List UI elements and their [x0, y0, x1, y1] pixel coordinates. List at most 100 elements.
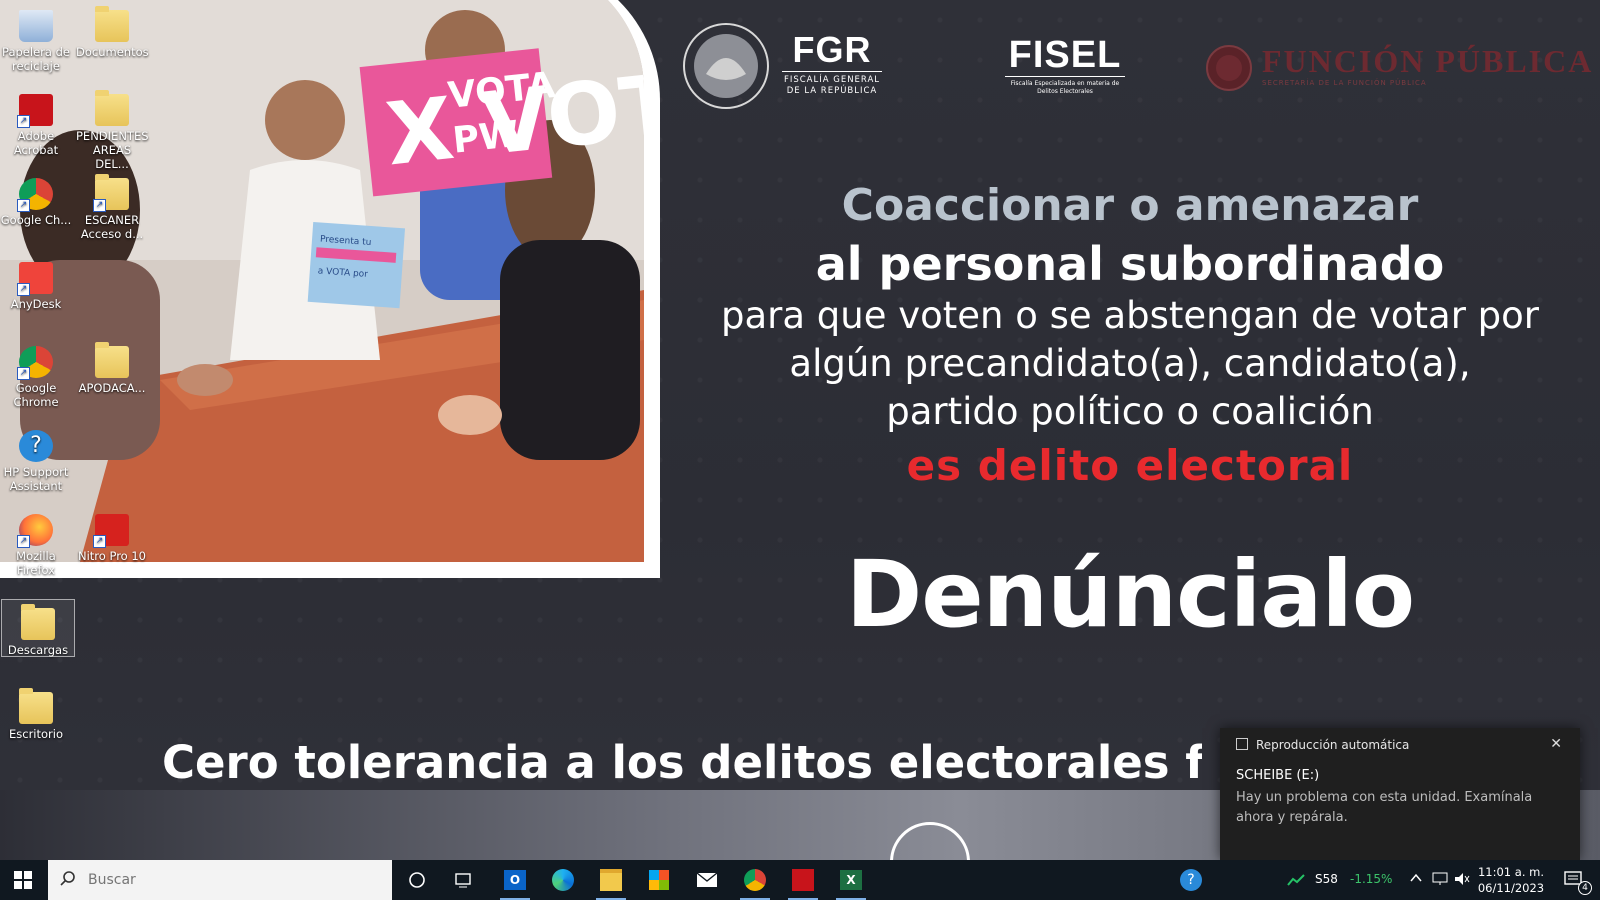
funcion-publica-logo: FUNCIÓN PÚBLICA SECRETARÍA DE LA FUNCIÓN… — [1262, 44, 1593, 88]
folder-icon — [19, 688, 53, 724]
mail-icon — [696, 872, 718, 887]
fisel-logo-text: FISEL — [1008, 34, 1122, 76]
search-icon — [60, 870, 76, 890]
taskbar-edge[interactable] — [540, 860, 586, 900]
stock-change: -1.15% — [1350, 872, 1393, 886]
fgr-logo: FGR FISCALÍA GENERAL DE LA REPÚBLICA — [782, 32, 882, 97]
cortana-button[interactable] — [394, 860, 440, 900]
autoplay-notification[interactable]: Reproducción automática ✕ SCHEIBE (E:) H… — [1220, 728, 1580, 860]
file-explorer-icon — [600, 869, 622, 891]
campaign-cero-tolerancia: Cero tolerancia a los delitos electorale… — [162, 736, 1202, 789]
taskbar-chrome[interactable] — [732, 860, 778, 900]
taskbar-clock[interactable]: 11:01 a. m. 06/11/2023 — [1476, 864, 1546, 896]
search-input[interactable] — [86, 871, 370, 889]
edge-icon — [552, 869, 574, 891]
desktop-icon-hp-support[interactable]: ? HP Support Assistant — [0, 430, 72, 493]
notification-message: Hay un problema con esta unidad. Examína… — [1236, 790, 1533, 825]
folder-icon — [21, 604, 55, 640]
desktop-wallpaper: X VOTA VOTA PW Presenta tu a VOTA por FG… — [0, 0, 1600, 860]
desktop-icon-label: PENDIENTES AREAS DEL... — [76, 129, 149, 171]
hp-support-icon: ? — [19, 430, 53, 462]
taskbar-acrobat[interactable] — [780, 860, 826, 900]
desktop-icon-label: AnyDesk — [10, 297, 62, 311]
campaign-headline-1: Coaccionar o amenazar — [841, 180, 1419, 231]
folder-icon — [95, 6, 129, 42]
desktop-icon-anydesk[interactable]: ↗ AnyDesk — [0, 262, 72, 311]
notification-header-text: Reproducción automática — [1256, 738, 1410, 752]
nitro-icon: ↗ — [93, 514, 129, 548]
fgr-logo-subtitle: FISCALÍA GENERAL DE LA REPÚBLICA — [782, 71, 882, 97]
desktop-icon-nitro[interactable]: ↗ Nitro Pro 10 — [76, 514, 148, 563]
desktop-icon-label: Descargas — [7, 643, 69, 657]
campaign-photo: X VOTA VOTA PW Presenta tu a VOTA por — [0, 0, 644, 562]
desktop-icon-label: ESCANER Acceso d... — [80, 213, 144, 241]
fisel-logo: FISEL Fiscalía Especializada en materia … — [1005, 36, 1125, 96]
desktop-icon-label: APODACA... — [78, 381, 146, 395]
task-view-icon — [455, 873, 471, 888]
autoplay-icon — [1236, 738, 1248, 750]
clock-time: 11:01 a. m. — [1477, 865, 1544, 879]
notification-header: Reproducción automática — [1236, 738, 1409, 752]
outlook-icon: O — [504, 870, 526, 890]
desktop-icon-google-chrome-2[interactable]: ↗ Google Chrome — [0, 346, 72, 409]
desktop-icon-label: HP Support Assistant — [3, 465, 69, 493]
windows-icon — [14, 871, 32, 889]
store-icon — [649, 870, 669, 890]
desktop-icon-google-chrome-1[interactable]: ↗ Google Ch... — [0, 178, 72, 227]
funcion-publica-subtitle: SECRETARÍA DE LA FUNCIÓN PÚBLICA — [1262, 79, 1427, 87]
taskbar-search-box[interactable] — [48, 860, 392, 900]
taskbar-file-explorer[interactable] — [588, 860, 634, 900]
desktop-icon-recycle-bin[interactable]: Papelera de reciclaje — [0, 10, 72, 73]
action-center-button[interactable]: 4 — [1550, 860, 1598, 900]
desktop-icon-label: Documentos — [76, 45, 149, 59]
desktop-icon-pendientes[interactable]: PENDIENTES AREAS DEL... — [76, 90, 149, 171]
campaign-body: para que voten o se abstengan de votar p… — [705, 292, 1555, 436]
network-button[interactable] — [1432, 872, 1448, 889]
desktop-icon-escaner[interactable]: ↗ ESCANER Acceso d... — [76, 174, 148, 241]
stock-chart-icon — [1287, 874, 1305, 886]
campaign-body-line-1: para que voten o se abstengan de votar p… — [720, 294, 1540, 337]
desktop-icon-firefox[interactable]: ↗ Mozilla Firefox — [0, 514, 72, 577]
stock-name: S58 — [1315, 872, 1338, 886]
desktop-icon-descargas[interactable]: Descargas — [1, 599, 75, 657]
desktop-icon-label: Nitro Pro 10 — [77, 549, 146, 563]
folder-icon: ↗ — [93, 174, 129, 212]
notification-title: SCHEIBE (E:) — [1236, 768, 1320, 783]
desktop-icon-apodaca[interactable]: APODACA... — [76, 342, 148, 395]
desktop-icon-label: Papelera de reciclaje — [2, 45, 70, 73]
acrobat-icon: ↗ — [17, 94, 53, 128]
desktop-icon-label: Escritorio — [8, 727, 63, 741]
taskbar-outlook[interactable]: O — [492, 860, 538, 900]
desktop-icon-documentos[interactable]: Documentos — [76, 6, 149, 59]
taskbar-mail[interactable] — [684, 860, 730, 900]
taskbar-excel[interactable]: X — [828, 860, 874, 900]
close-icon[interactable]: ✕ — [1550, 736, 1562, 752]
show-hidden-icons-chevron[interactable] — [1410, 872, 1422, 886]
excel-icon: X — [840, 870, 862, 890]
folder-icon — [95, 90, 129, 126]
chrome-icon — [744, 869, 766, 891]
campaign-body-line-2: algún precandidato(a), candidato(a), — [789, 342, 1471, 385]
cortana-icon — [409, 872, 425, 888]
mexico-seal-icon — [683, 23, 769, 109]
anydesk-icon: ↗ — [17, 262, 53, 296]
hp-support-icon: ? — [1180, 869, 1202, 891]
desktop-icon-label: Google Ch... — [0, 213, 72, 227]
desktop-icon-adobe-acrobat[interactable]: ↗ Adobe Acrobat — [0, 94, 72, 157]
volume-muted-icon — [1455, 873, 1470, 885]
chrome-icon: ↗ — [17, 346, 53, 380]
folder-icon — [95, 342, 129, 378]
sign-pw: PW — [451, 114, 521, 162]
funcion-publica-seal-icon — [1206, 45, 1252, 91]
taskbar-hp-support[interactable]: ? — [1168, 860, 1214, 900]
firefox-icon: ↗ — [17, 514, 53, 548]
task-view-button[interactable] — [440, 860, 486, 900]
volume-button[interactable] — [1454, 872, 1470, 889]
start-button[interactable] — [0, 860, 46, 900]
campaign-denuncialo: Denúncialo — [845, 541, 1415, 648]
desktop-icon-label: Google Chrome — [13, 381, 59, 409]
chevron-up-icon — [1410, 873, 1422, 882]
taskbar-store[interactable] — [636, 860, 682, 900]
desktop-icon-escritorio[interactable]: Escritorio — [0, 688, 72, 741]
campaign-headline-2: al personal subordinado — [815, 237, 1445, 291]
